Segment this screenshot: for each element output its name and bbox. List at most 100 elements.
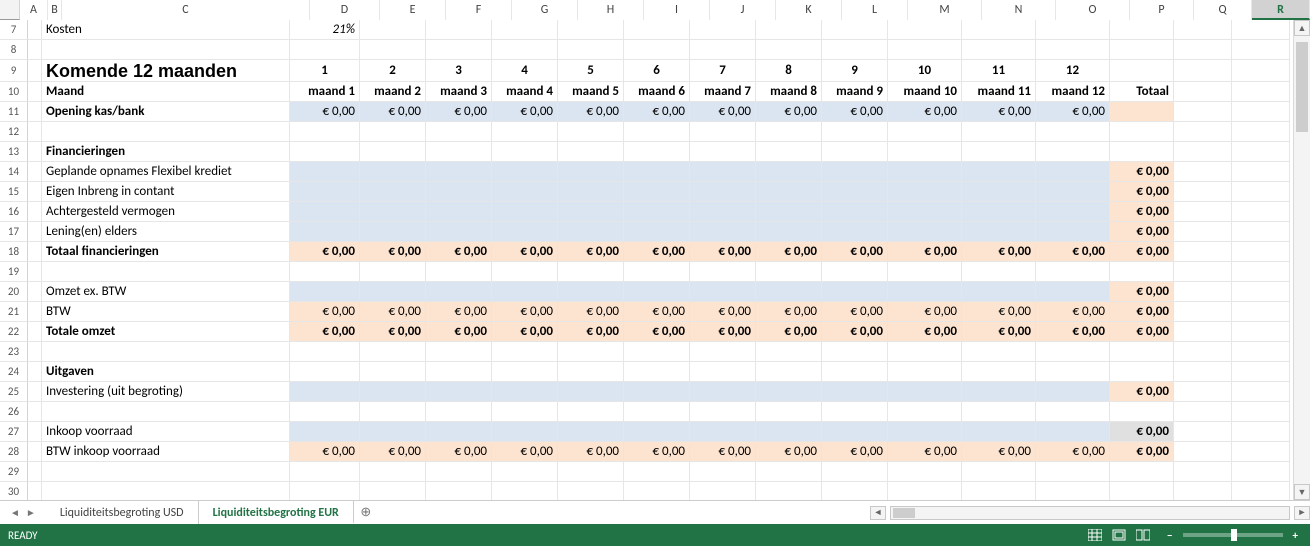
fin-item-total-3[interactable]: € 0,00 [1110, 222, 1174, 242]
cell-B[interactable] [28, 262, 42, 282]
cell-H[interactable] [558, 462, 624, 482]
cell-C[interactable] [42, 462, 290, 482]
row-header-26[interactable]: 26 [0, 402, 28, 422]
column-header-O[interactable]: O [1056, 0, 1130, 20]
page-break-view-button[interactable] [1132, 527, 1154, 543]
maand-header-6[interactable]: maand 6 [624, 82, 690, 102]
cell-G[interactable] [492, 122, 558, 142]
investering-label[interactable]: Investering (uit begroting) [42, 382, 290, 402]
month-number-9[interactable]: 9 [822, 60, 888, 82]
cell-Q[interactable] [1174, 102, 1232, 122]
column-header-A[interactable]: A [20, 0, 48, 20]
cell-O[interactable] [1036, 122, 1110, 142]
month-cell-6[interactable] [624, 282, 690, 302]
cell-N[interactable] [962, 122, 1036, 142]
month-cell-7[interactable] [690, 382, 756, 402]
inkoop-label[interactable]: Inkoop voorraad [42, 422, 290, 442]
fin-item-total-0[interactable]: € 0,00 [1110, 162, 1174, 182]
cell-M[interactable] [888, 262, 962, 282]
cell-C[interactable] [42, 262, 290, 282]
month-cell-11[interactable] [962, 422, 1036, 442]
month-cell-11[interactable]: € 0,00 [962, 442, 1036, 462]
omzet-total-4[interactable]: € 0,00 [492, 322, 558, 342]
cell-O[interactable] [1036, 342, 1110, 362]
row-header-25[interactable]: 25 [0, 382, 28, 402]
cell-B[interactable] [28, 122, 42, 142]
column-header-B[interactable]: B [48, 0, 62, 20]
month-cell-6[interactable] [624, 222, 690, 242]
cell-K[interactable] [756, 142, 822, 162]
month-cell-12[interactable] [1036, 182, 1110, 202]
cell-G[interactable] [492, 362, 558, 382]
month-cell-5[interactable] [558, 202, 624, 222]
cell-R[interactable] [1232, 302, 1290, 322]
opening-label[interactable]: Opening kas/bank [42, 102, 290, 122]
cell-L[interactable] [822, 40, 888, 60]
hscroll-right-button[interactable]: ► [1294, 506, 1310, 520]
month-cell-3[interactable] [426, 162, 492, 182]
cell-E[interactable] [360, 20, 426, 40]
row-header-18[interactable]: 18 [0, 242, 28, 262]
cell-Q[interactable] [1174, 202, 1232, 222]
month-cell-7[interactable] [690, 282, 756, 302]
cell-F[interactable] [426, 462, 492, 482]
month-cell-6[interactable]: € 0,00 [624, 442, 690, 462]
cell-E[interactable] [360, 262, 426, 282]
month-cell-1[interactable] [290, 282, 360, 302]
cell-N[interactable] [962, 142, 1036, 162]
maand-header-11[interactable]: maand 11 [962, 82, 1036, 102]
month-cell-1[interactable] [290, 162, 360, 182]
cell-F[interactable] [426, 342, 492, 362]
column-header-I[interactable]: I [644, 0, 710, 20]
month-cell-7[interactable] [690, 162, 756, 182]
cell-N[interactable] [962, 462, 1036, 482]
maand-header-4[interactable]: maand 4 [492, 82, 558, 102]
cell-G[interactable] [492, 262, 558, 282]
horizontal-scrollbar[interactable]: ◄ ► [870, 501, 1310, 525]
cell-G[interactable] [492, 342, 558, 362]
row-header-19[interactable]: 19 [0, 262, 28, 282]
cell-F[interactable] [426, 122, 492, 142]
month-cell-10[interactable] [888, 422, 962, 442]
cell-Q[interactable] [1174, 242, 1232, 262]
cell-N[interactable] [962, 262, 1036, 282]
cell-C[interactable] [42, 342, 290, 362]
month-cell-9[interactable] [822, 222, 888, 242]
cell-O[interactable] [1036, 20, 1110, 40]
row-header-27[interactable]: 27 [0, 422, 28, 442]
month-cell-8[interactable]: € 0,00 [756, 442, 822, 462]
cell-G[interactable] [492, 462, 558, 482]
cell-H[interactable] [558, 122, 624, 142]
cell-D[interactable] [290, 142, 360, 162]
cell-B[interactable] [28, 422, 42, 442]
cell-B[interactable] [28, 222, 42, 242]
row-header-15[interactable]: 15 [0, 182, 28, 202]
cell-H[interactable] [558, 20, 624, 40]
cell-J[interactable] [690, 402, 756, 422]
month-number-5[interactable]: 5 [558, 60, 624, 82]
month-cell-4[interactable]: € 0,00 [492, 102, 558, 122]
row-header-28[interactable]: 28 [0, 442, 28, 462]
cell-N[interactable] [962, 482, 1036, 500]
cell-R[interactable] [1232, 20, 1290, 40]
investering-total[interactable]: € 0,00 [1110, 382, 1174, 402]
cell-I[interactable] [624, 20, 690, 40]
fin-total-7[interactable]: € 0,00 [690, 242, 756, 262]
scroll-up-button[interactable]: ▲ [1294, 20, 1310, 36]
cell-K[interactable] [756, 362, 822, 382]
row-header-22[interactable]: 22 [0, 322, 28, 342]
cell-R[interactable] [1232, 202, 1290, 222]
fin-total-8[interactable]: € 0,00 [756, 242, 822, 262]
month-cell-7[interactable]: € 0,00 [690, 302, 756, 322]
fin-item-0[interactable]: Geplande opnames Flexibel krediet [42, 162, 290, 182]
cell-R[interactable] [1232, 102, 1290, 122]
month-cell-6[interactable]: € 0,00 [624, 102, 690, 122]
omzet-total-1[interactable]: € 0,00 [290, 322, 360, 342]
cell-Q[interactable] [1174, 282, 1232, 302]
cell-L[interactable] [822, 122, 888, 142]
cell-M[interactable] [888, 462, 962, 482]
fin-item-1[interactable]: Eigen Inbreng in contant [42, 182, 290, 202]
select-all-corner[interactable] [0, 0, 20, 20]
month-cell-12[interactable]: € 0,00 [1036, 102, 1110, 122]
cell-R[interactable] [1232, 242, 1290, 262]
